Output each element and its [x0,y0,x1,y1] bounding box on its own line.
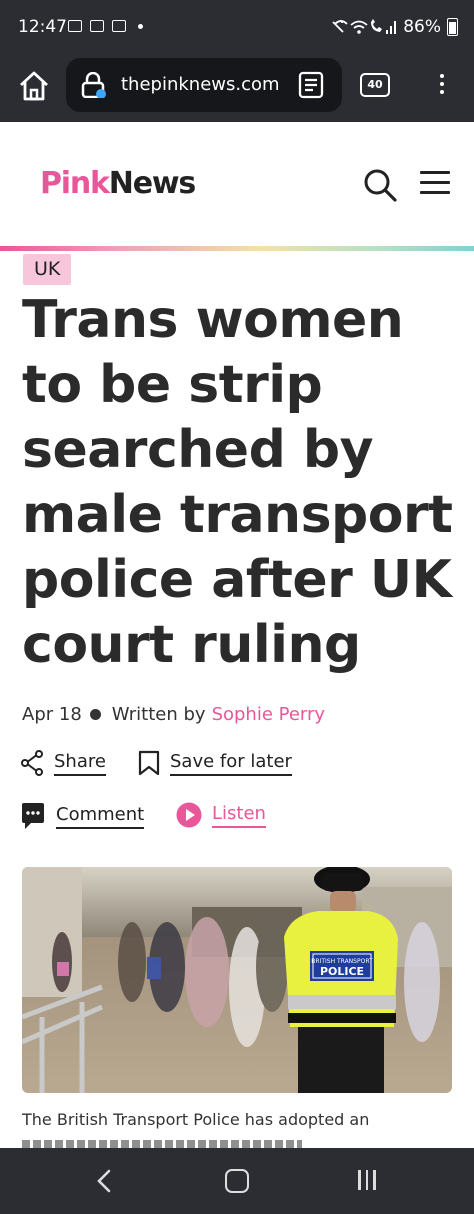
browser-toolbar: thepinknews.com 40 [0,56,474,122]
article-intro-cut-line [22,1140,302,1148]
url-text[interactable]: thepinknews.com [121,74,281,95]
meta-separator [89,709,101,720]
gallery-notification-icon [68,20,82,32]
search-icon[interactable] [362,167,398,203]
author-link[interactable]: Sophie Perry [212,704,326,725]
recent-apps-icon[interactable] [358,1170,376,1190]
article-headline: Trans women to be strip searched by male… [22,290,453,675]
home-nav-icon[interactable] [225,1169,249,1193]
status-right: 86% [331,17,458,37]
site-header: PinkNews [0,122,474,250]
back-icon[interactable] [92,1168,118,1194]
article-actions-row-2: Comment Listen [20,802,460,836]
play-icon [176,802,202,828]
status-time: 12:47 [18,17,67,37]
signal-icons [332,19,397,34]
listen-button[interactable]: Listen [176,802,266,828]
article-actions-row-1: Share Save for later [20,750,460,784]
share-icon [21,750,43,776]
hamburger-menu-icon[interactable] [420,171,450,195]
notification-icons [68,20,143,32]
home-icon[interactable] [16,68,52,104]
transit-notification-icon [90,20,104,32]
pinknews-logo[interactable]: PinkNews [40,166,196,201]
comment-icon [22,803,44,829]
save-for-later-button[interactable]: Save for later [138,750,292,776]
comment-label: Comment [56,804,145,829]
more-vert-icon[interactable] [432,70,452,102]
save-for-later-label: Save for later [170,751,292,776]
status-bar: 12:47 86% [0,0,474,56]
publish-date: Apr 18 [22,704,82,725]
bookmark-icon [138,750,160,776]
system-navigation-bar [0,1148,474,1214]
article-meta: Apr 18 Written by Sophie Perry [22,704,325,725]
written-by-label: Written by [111,704,206,725]
share-button[interactable]: Share [20,750,106,776]
battery-percent: 86% [403,17,441,37]
battery-icon [447,18,458,36]
more-notifications-icon [138,23,143,29]
share-label: Share [54,751,106,776]
lock-icon[interactable] [80,72,106,98]
tab-switcher-button[interactable]: 40 [360,73,390,97]
transport-police-photo: BRITISH TRANSPORT POLICE [22,867,452,1093]
comment-button[interactable]: Comment [20,802,145,830]
category-tag[interactable]: UK [23,254,72,285]
listen-label: Listen [212,803,266,828]
article-image[interactable]: BRITISH TRANSPORT POLICE [22,867,452,1093]
svg-text:BRITISH TRANSPORT: BRITISH TRANSPORT [311,958,373,965]
article-intro: The British Transport Police has adopted… [22,1110,370,1129]
reader-mode-icon[interactable] [298,71,324,99]
header-rainbow-divider [0,246,474,251]
svg-text:POLICE: POLICE [320,965,364,978]
transit-notification-icon-2 [112,20,126,32]
address-bar[interactable]: thepinknews.com [66,58,342,112]
